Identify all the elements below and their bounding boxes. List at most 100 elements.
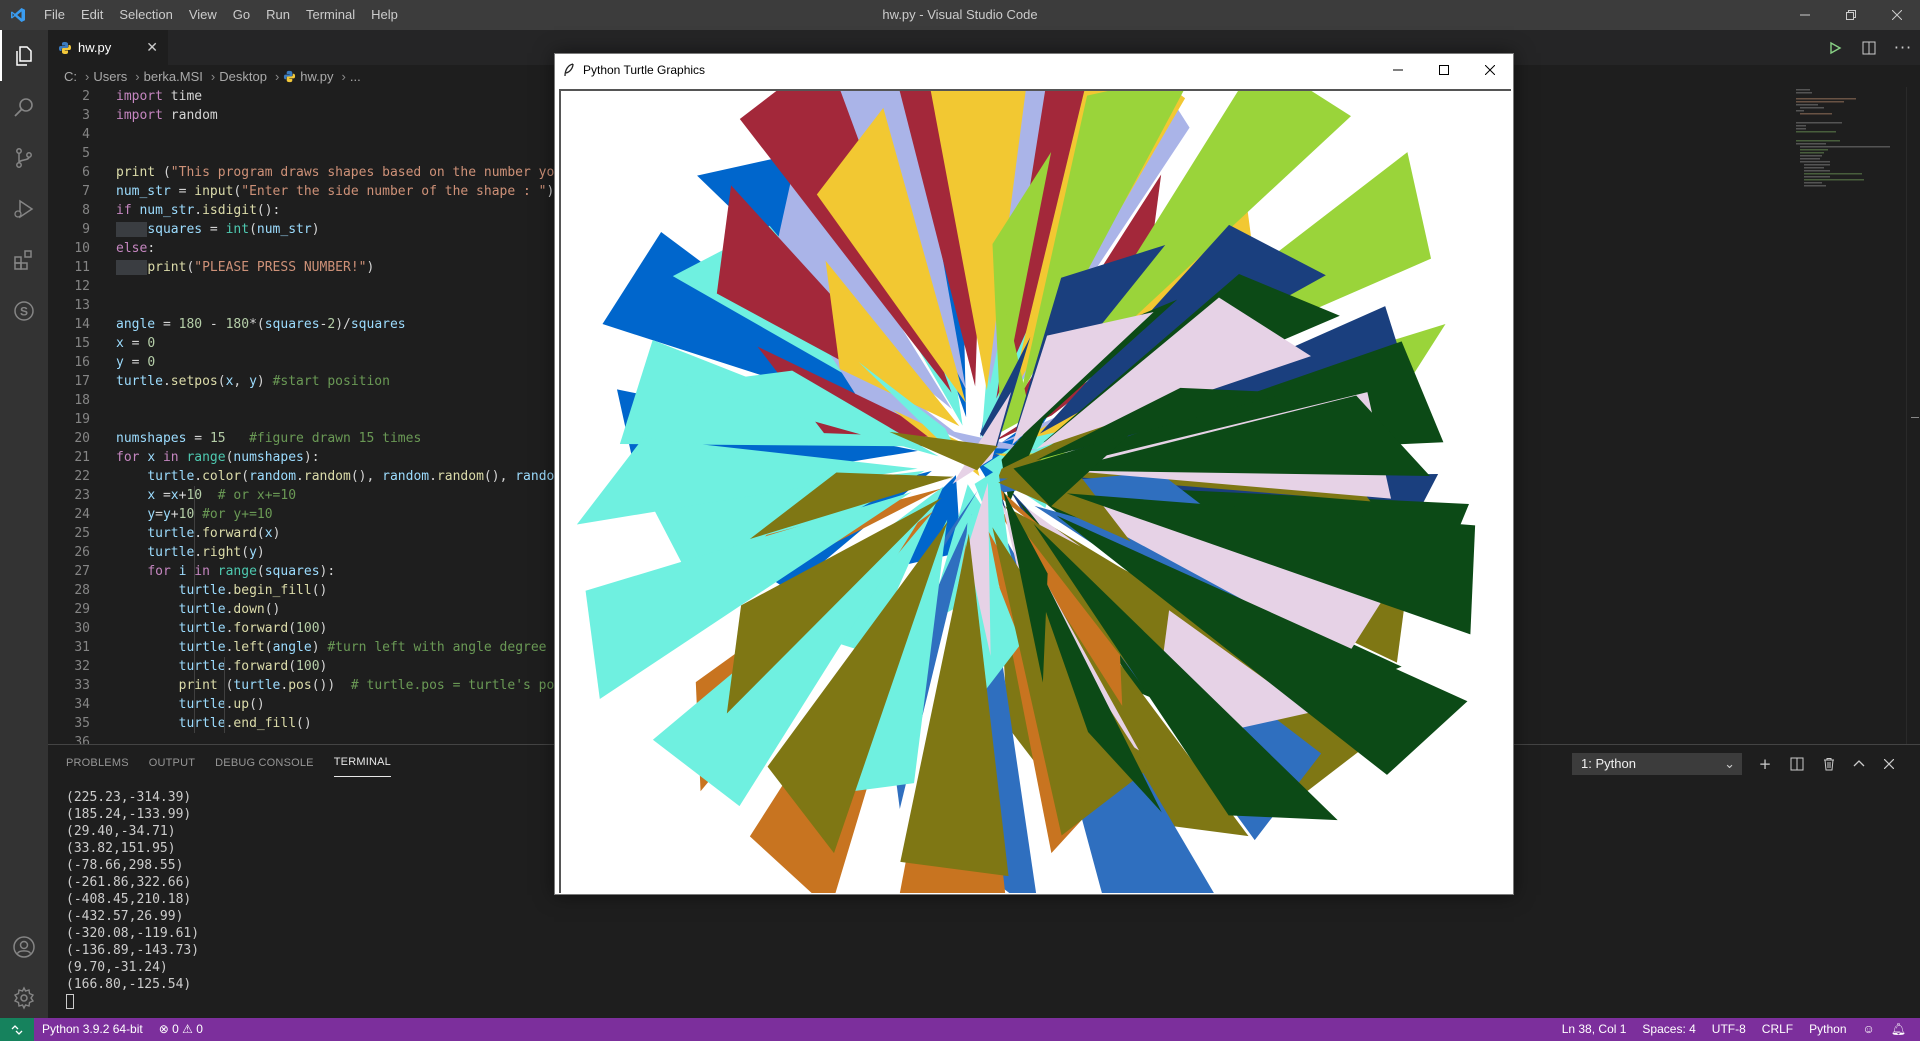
liveshare-s-icon[interactable]: S (0, 285, 48, 336)
end-of-line[interactable]: CRLF (1754, 1018, 1801, 1041)
tab-hw-py[interactable]: hw.py ✕ (48, 30, 168, 65)
indentation[interactable]: Spaces: 4 (1634, 1018, 1703, 1041)
remote-indicator-button[interactable] (0, 1018, 34, 1041)
line-number: 29 (74, 602, 90, 617)
menu-bar: File Edit Selection View Go Run Terminal… (36, 0, 406, 30)
breadcrumb-symbol[interactable]: ... (350, 69, 361, 84)
feedback-icon[interactable]: ☺ (1855, 1018, 1883, 1041)
code-text: turtle.forward(100) (178, 659, 328, 674)
language-mode[interactable]: Python (1801, 1018, 1854, 1041)
close-panel-button[interactable] (1878, 753, 1900, 775)
turtle-minimize-button[interactable] (1375, 54, 1421, 85)
line-number: 19 (74, 412, 90, 427)
encoding[interactable]: UTF-8 (1704, 1018, 1754, 1041)
python-interpreter[interactable]: Python 3.9.2 64-bit (34, 1018, 151, 1041)
editor-scrollbar[interactable] (1906, 87, 1920, 744)
source-control-icon[interactable] (0, 132, 48, 183)
line-number: 3 (82, 108, 90, 123)
menu-file[interactable]: File (36, 0, 73, 30)
search-icon[interactable] (0, 81, 48, 132)
tab-output[interactable]: OUTPUT (149, 749, 195, 777)
line-number: 35 (74, 716, 90, 731)
close-window-button[interactable] (1874, 0, 1920, 30)
tab-close-icon[interactable]: ✕ (146, 40, 158, 56)
code-text: num_str = input("Enter the side number o… (116, 184, 554, 199)
breadcrumb-desktop[interactable]: Desktop (219, 69, 267, 84)
cursor-position[interactable]: Ln 38, Col 1 (1554, 1018, 1635, 1041)
code-text: turtle.color(random.random(), random.ran… (147, 469, 554, 484)
feather-icon (555, 62, 583, 77)
minimize-button[interactable] (1782, 0, 1828, 30)
chevron-right-icon: › (210, 68, 216, 84)
warning-count: 0 (196, 1022, 203, 1036)
menu-view[interactable]: View (181, 0, 225, 30)
extensions-icon[interactable] (0, 234, 48, 285)
menu-selection[interactable]: Selection (111, 0, 180, 30)
code-line: 23 x =x+10 # or x+=10 (48, 486, 554, 505)
tab-problems[interactable]: PROBLEMS (66, 749, 129, 777)
code-text: turtle.forward(100) (178, 621, 328, 636)
menu-go[interactable]: Go (225, 0, 258, 30)
settings-gear-icon[interactable] (0, 972, 48, 1023)
restore-button[interactable] (1828, 0, 1874, 30)
accounts-icon[interactable] (0, 921, 48, 972)
turtle-canvas (559, 89, 1511, 893)
new-terminal-button[interactable]: + (1754, 753, 1776, 775)
menu-edit[interactable]: Edit (73, 0, 111, 30)
turtle-maximize-button[interactable] (1421, 54, 1467, 85)
scrollbar-marker (1911, 417, 1919, 418)
terminal-line: (225.23,-314.39) (66, 790, 192, 805)
chevron-right-icon: › (135, 68, 140, 84)
terminal-select-dropdown[interactable]: 1: Python ⌄ (1572, 753, 1742, 775)
breadcrumb-file[interactable]: hw.py (300, 69, 333, 84)
turtle-title-bar: Python Turtle Graphics (555, 54, 1513, 85)
terminal-line: (-261.86,322.66) (66, 875, 192, 890)
terminal-line: (-78.66,298.55) (66, 858, 184, 873)
more-actions-button[interactable]: ··· (1886, 30, 1920, 65)
code-text: print ("This program draws shapes based … (116, 165, 554, 180)
turtle-close-button[interactable] (1467, 54, 1513, 85)
terminal-line: (9.70,-31.24) (66, 960, 168, 975)
kill-terminal-button[interactable] (1818, 753, 1840, 775)
line-number: 25 (74, 526, 90, 541)
line-number: 17 (74, 374, 90, 389)
tab-debug-console[interactable]: DEBUG CONSOLE (215, 749, 314, 777)
line-number: 24 (74, 507, 90, 522)
line-number: 14 (74, 317, 90, 332)
run-python-file-button[interactable] (1818, 30, 1852, 65)
split-terminal-button[interactable] (1786, 753, 1808, 775)
terminal-output[interactable]: (225.23,-314.39) (185.24,-133.99) (29.40… (66, 789, 199, 1010)
code-editor[interactable]: 2 import time 3 import random 4 5 6 print (… (48, 87, 554, 744)
code-line: 30 turtle.forward(100) (48, 619, 554, 638)
line-number: 26 (74, 545, 90, 560)
code-line: 29 turtle.down() (48, 600, 554, 619)
terminal-line: (185.24,-133.99) (66, 807, 192, 822)
maximize-panel-button[interactable] (1848, 753, 1870, 775)
breadcrumb-users[interactable]: Users (93, 69, 127, 84)
line-number: 22 (74, 469, 90, 484)
code-line: 31 turtle.left(angle) #turn left with an… (48, 638, 554, 657)
tab-terminal[interactable]: TERMINAL (333, 748, 391, 777)
line-number: 6 (82, 165, 90, 180)
breadcrumb-drive[interactable]: C: (64, 69, 77, 84)
line-number: 7 (82, 184, 90, 199)
menu-run[interactable]: Run (258, 0, 298, 30)
breadcrumb-user[interactable]: berka.MSI (144, 69, 203, 84)
explorer-icon[interactable] (0, 30, 48, 81)
problems-indicator[interactable]: ⊗ 0 ⚠ 0 (151, 1018, 211, 1041)
code-text: turtle.right(y) (147, 545, 265, 560)
code-text: turtle.end_fill() (178, 716, 312, 731)
minimap[interactable] (1790, 87, 1900, 744)
code-text: y = 0 (116, 355, 156, 370)
split-editor-button[interactable] (1852, 30, 1886, 65)
notifications-bell-icon[interactable]: 🔔︎ (1883, 1018, 1914, 1041)
error-count: 0 (172, 1022, 179, 1036)
menu-terminal[interactable]: Terminal (298, 0, 363, 30)
run-debug-icon[interactable] (0, 183, 48, 234)
code-text: turtle.down() (178, 602, 281, 617)
line-number: 11 (74, 260, 90, 275)
menu-help[interactable]: Help (363, 0, 406, 30)
minimize-icon (1800, 14, 1810, 16)
code-text: turtle.left(angle) #turn left with angle… (178, 640, 547, 655)
vscode-logo-icon (0, 0, 36, 30)
